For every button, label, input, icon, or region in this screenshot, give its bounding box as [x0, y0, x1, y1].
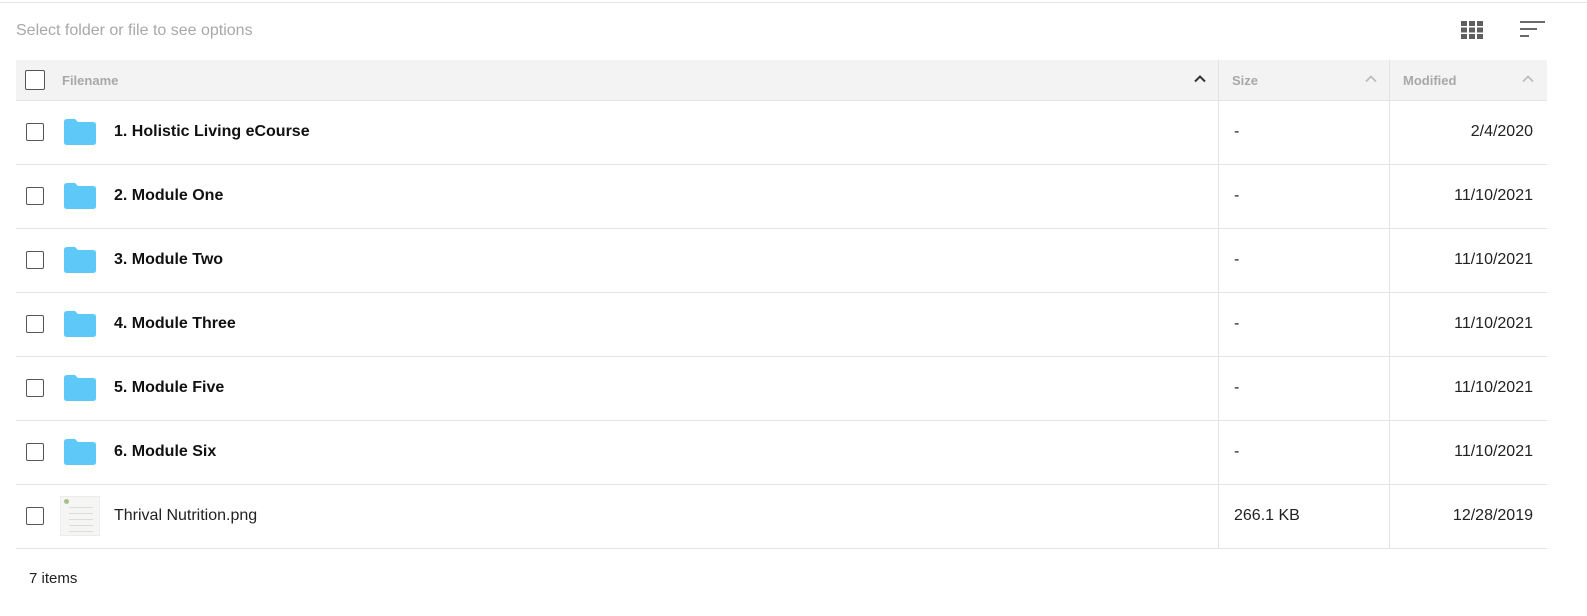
size-value: -: [1218, 356, 1390, 420]
size-value: -: [1218, 100, 1390, 164]
size-value: -: [1218, 292, 1390, 356]
row-checkbox[interactable]: [26, 315, 44, 333]
select-all-cell: [16, 60, 60, 101]
modified-value: 11/10/2021: [1389, 228, 1547, 292]
file-name[interactable]: Thrival Nutrition.png: [114, 507, 257, 525]
modified-value: 11/10/2021: [1389, 420, 1547, 484]
row-checkbox[interactable]: [26, 443, 44, 461]
row-checkbox[interactable]: [26, 123, 44, 141]
image-thumbnail-icon: [60, 496, 100, 536]
size-value: 266.1 KB: [1218, 484, 1390, 548]
modified-value: 11/10/2021: [1389, 292, 1547, 356]
table-row[interactable]: 4. Module Three - 11/10/2021: [16, 292, 1547, 356]
folder-icon: [64, 375, 96, 401]
folder-icon: [64, 183, 96, 209]
filename-header-label: Filename: [62, 72, 119, 88]
size-value: -: [1218, 228, 1390, 292]
folder-icon: [64, 247, 96, 273]
row-checkbox[interactable]: [26, 251, 44, 269]
size-header-label: Size: [1232, 72, 1259, 88]
row-checkbox[interactable]: [26, 507, 44, 525]
grid-view-icon[interactable]: [1461, 21, 1483, 39]
folder-icon: [64, 119, 96, 145]
folder-name[interactable]: 1. Holistic Living eCourse: [114, 123, 310, 141]
size-value: -: [1218, 420, 1390, 484]
sort-lines-icon[interactable]: [1520, 21, 1546, 39]
folder-icon: [64, 311, 96, 337]
table-row[interactable]: 2. Module One - 11/10/2021: [16, 164, 1547, 228]
table-row[interactable]: Thrival Nutrition.png 266.1 KB 12/28/201…: [16, 484, 1547, 548]
select-all-checkbox[interactable]: [25, 69, 45, 90]
folder-icon: [64, 439, 96, 465]
folder-name[interactable]: 2. Module One: [114, 187, 223, 205]
row-checkbox[interactable]: [26, 379, 44, 397]
chevron-up-icon[interactable]: [1522, 73, 1534, 85]
folder-name[interactable]: 5. Module Five: [114, 379, 224, 397]
table-row[interactable]: 6. Module Six - 11/10/2021: [16, 420, 1547, 484]
modified-value: 11/10/2021: [1389, 356, 1547, 420]
chevron-up-icon[interactable]: [1365, 73, 1377, 85]
table-row[interactable]: 1. Holistic Living eCourse - 2/4/2020: [16, 100, 1547, 164]
modified-header-label: Modified: [1403, 72, 1457, 88]
size-column-header[interactable]: Size: [1218, 60, 1390, 101]
folder-name[interactable]: 4. Module Three: [114, 315, 236, 333]
folder-name[interactable]: 6. Module Six: [114, 443, 216, 461]
row-checkbox[interactable]: [26, 187, 44, 205]
item-count: 7 items: [29, 570, 78, 587]
file-table: Filename Size Modified 1. Holistic Livin…: [16, 60, 1547, 549]
filename-column-header[interactable]: Filename: [60, 60, 1219, 101]
table-header-row: Filename Size Modified: [16, 60, 1547, 101]
sort-ascending-icon[interactable]: [1194, 73, 1206, 85]
modified-column-header[interactable]: Modified: [1389, 60, 1547, 101]
folder-name[interactable]: 3. Module Two: [114, 251, 223, 269]
table-row[interactable]: 5. Module Five - 11/10/2021: [16, 356, 1547, 420]
modified-value: 11/10/2021: [1389, 164, 1547, 228]
toolbar: Select folder or file to see options: [16, 3, 1546, 60]
modified-value: 12/28/2019: [1389, 484, 1547, 548]
table-row[interactable]: 3. Module Two - 11/10/2021: [16, 228, 1547, 292]
selection-hint: Select folder or file to see options: [16, 22, 253, 39]
size-value: -: [1218, 164, 1390, 228]
modified-value: 2/4/2020: [1389, 100, 1547, 164]
